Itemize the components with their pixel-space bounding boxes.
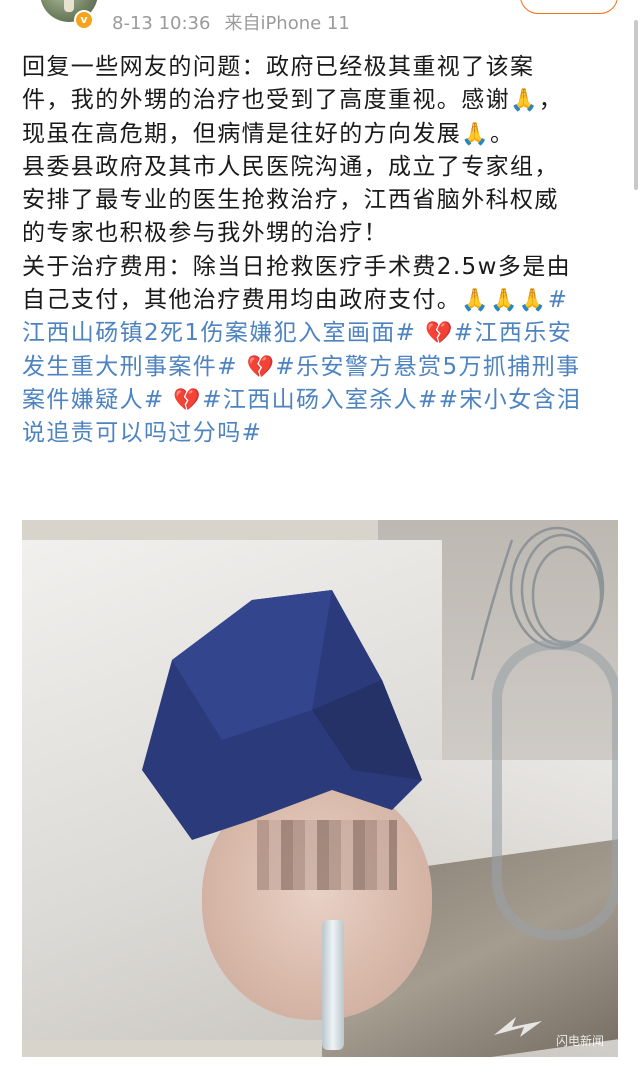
hashtag-link[interactable]: 案件嫌疑人#	[22, 387, 165, 413]
hashtag-link[interactable]: #宋小女含泪	[439, 387, 582, 413]
verified-icon: v	[74, 10, 94, 30]
post-line: 案件嫌疑人# 💔#江西山砀入室杀人##宋小女含泪	[22, 384, 622, 417]
post-line-text: ，	[538, 87, 564, 114]
post-meta: 8-13 10:36 来自iPhone 11	[112, 9, 364, 35]
hashtag-link[interactable]: #江西乐安	[454, 320, 572, 346]
post-line: 关于治疗费用：除当日抢救医疗手术费2.5w多是由	[22, 251, 622, 284]
post-timestamp: 8-13 10:36	[112, 13, 211, 34]
hashtag-link[interactable]: 说追责可以吗过分吗#	[22, 420, 262, 446]
pray-icon: 🙏	[461, 288, 490, 314]
photo-tube	[322, 920, 344, 1050]
post-line-text: 现虽在高危期，但病情是往好的方向发展	[22, 120, 462, 147]
post-header: v 8-13 10:36 来自iPhone 11	[0, 0, 640, 44]
photo-hose	[492, 640, 618, 940]
post-line-text: 回复一些网友的问题：政府已经极其重视了该案	[22, 54, 535, 80]
hashtag-link[interactable]: 江西山砀镇2死1伤案嫌犯入室画面#	[22, 320, 416, 346]
post-line-text: 县委县政府及其市人民医院沟通，成立了专家组，	[22, 153, 559, 180]
scrollbar[interactable]	[634, 20, 638, 190]
pray-icon: 🙏	[490, 288, 519, 314]
hashtag-link[interactable]: 发生重大刑事案件#	[22, 354, 238, 380]
post-line: 自己支付，其他治疗费用均由政府支付。🙏🙏🙏#	[22, 284, 622, 317]
post-source: 来自iPhone 11	[224, 13, 350, 34]
broken-heart-icon: 💔	[173, 387, 203, 413]
pray-icon: 🙏	[510, 88, 539, 114]
post-line: 县委县政府及其市人民医院沟通，成立了专家组，	[22, 151, 622, 184]
watermark-logo-icon	[494, 1017, 542, 1037]
post-line-text: 安排了最专业的医生抢救治疗，江西省脑外科权威	[22, 187, 559, 214]
broken-heart-icon: 💔	[246, 354, 276, 380]
avatar-figure	[64, 0, 74, 12]
hashtag-link[interactable]: #江西山砀入室杀人#	[202, 387, 439, 413]
post-line: 发生重大刑事案件# 💔#乐安警方悬赏5万抓捕刑事	[22, 351, 622, 384]
post-line-text: 关于治疗费用：除当日抢救医疗手术费2.5w多是由	[22, 253, 571, 280]
post-line: 说追责可以吗过分吗#	[22, 417, 622, 450]
broken-heart-icon: 💔	[425, 321, 454, 347]
post-line-text: 自己支付，其他治疗费用均由政府支付。	[22, 287, 462, 314]
post-line: 件，我的外甥的治疗也受到了高度重视。感谢🙏，	[22, 84, 622, 117]
post-line: 安排了最专业的医生抢救治疗，江西省脑外科权威	[22, 184, 622, 217]
pray-icon: 🙏	[518, 288, 548, 314]
post-line: 江西山砀镇2死1伤案嫌犯入室画面# 💔#江西乐安	[22, 317, 622, 350]
post-body: 回复一些网友的问题：政府已经极其重视了该案 件，我的外甥的治疗也受到了高度重视。…	[22, 51, 622, 451]
post-photo[interactable]: 闪电新闻	[22, 520, 618, 1057]
post-line: 的专家也积极参与我外甥的治疗！	[22, 217, 622, 250]
photo-blurred-region	[257, 820, 397, 890]
post-line-text: 的专家也积极参与我外甥的治疗！	[22, 220, 388, 247]
follow-button[interactable]	[520, 0, 618, 14]
post-line: 回复一些网友的问题：政府已经极其重视了该案	[22, 51, 622, 84]
watermark-text: 闪电新闻	[555, 1034, 604, 1048]
post-line-text: 件，我的外甥的治疗也受到了高度重视。感谢	[22, 87, 510, 114]
post-line: 现虽在高危期，但病情是往好的方向发展🙏。	[22, 118, 622, 151]
pray-icon: 🙏	[461, 121, 490, 147]
hashtag-link[interactable]: #	[548, 287, 569, 313]
post-line-text: 。	[490, 120, 515, 147]
hashtag-link[interactable]: #乐安警方悬赏5万抓捕刑事	[275, 354, 580, 380]
